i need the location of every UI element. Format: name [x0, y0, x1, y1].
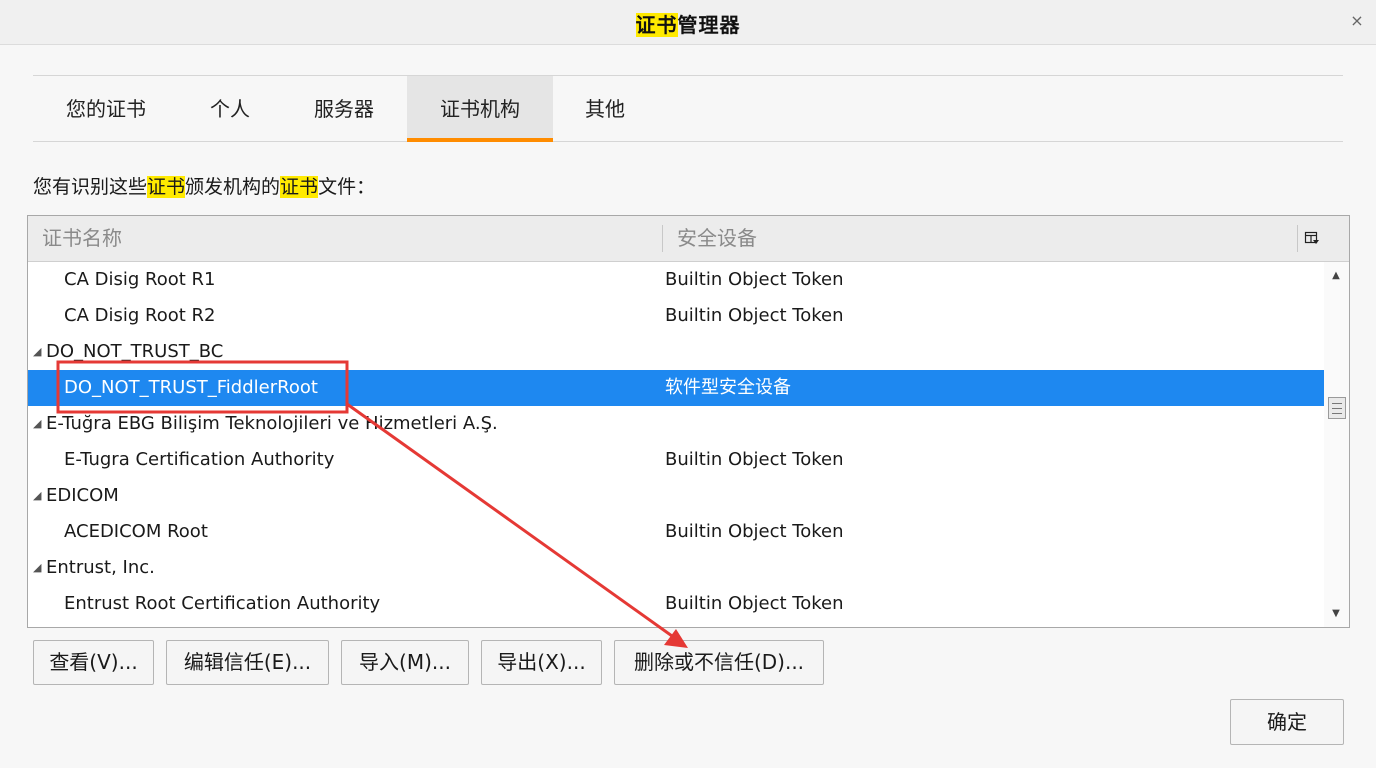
- cert-device: Builtin Object Token: [665, 593, 844, 614]
- tree-row[interactable]: CA Disig Root R1 Builtin Object Token: [28, 262, 1324, 298]
- column-header-name[interactable]: 证书名称: [42, 216, 122, 261]
- cert-device: Builtin Object Token: [665, 521, 844, 542]
- cert-name: DO_NOT_TRUST_FiddlerRoot: [64, 377, 318, 398]
- column-header-device[interactable]: 安全设备: [677, 216, 757, 261]
- group-name: E-Tuğra EBG Bilişim Teknolojileri ve Hiz…: [46, 413, 498, 434]
- tree-row[interactable]: Entrust Root Certification Authority Bui…: [28, 586, 1324, 622]
- tab-servers[interactable]: 服务器: [281, 76, 407, 142]
- triangle-expanded-icon[interactable]: ◢: [33, 406, 41, 442]
- delete-or-distrust-button[interactable]: 删除或不信任(D)...: [614, 640, 824, 685]
- edit-trust-button[interactable]: 编辑信任(E)...: [166, 640, 329, 685]
- cert-name: CA Disig Root R2: [64, 305, 216, 326]
- tab-personal[interactable]: 个人: [179, 76, 281, 142]
- import-button[interactable]: 导入(M)...: [341, 640, 469, 685]
- certificate-tree[interactable]: 证书名称 安全设备 CA Disig Root R1 Builtin Objec…: [27, 215, 1350, 628]
- cert-name: E-Tugra Certification Authority: [64, 449, 335, 470]
- window-title: 证书管理器: [0, 9, 1376, 38]
- group-name: EDICOM: [46, 485, 119, 506]
- cert-device: Builtin Object Token: [665, 449, 844, 470]
- desc-part-1: 您有识别这些: [33, 176, 148, 198]
- title-highlight: 证书: [635, 13, 678, 37]
- vertical-scrollbar[interactable]: ▲ ▼: [1324, 262, 1349, 627]
- tree-row[interactable]: ACEDICOM Root Builtin Object Token: [28, 514, 1324, 550]
- tab-bar: 您的证书 个人 服务器 证书机构 其他: [33, 75, 1343, 142]
- title-bar: 证书管理器 ×: [0, 0, 1376, 45]
- tab-your-certificates[interactable]: 您的证书: [33, 76, 179, 142]
- title-rest: 管理器: [677, 13, 741, 37]
- tree-rows: CA Disig Root R1 Builtin Object Token CA…: [28, 262, 1324, 622]
- cert-device: Builtin Object Token: [665, 305, 844, 326]
- triangle-expanded-icon[interactable]: ◢: [33, 550, 41, 586]
- tree-group-row[interactable]: ◢ Entrust, Inc.: [28, 550, 1324, 586]
- tree-header: 证书名称 安全设备: [28, 216, 1349, 262]
- view-button[interactable]: 查看(V)...: [33, 640, 154, 685]
- ok-button[interactable]: 确定: [1230, 699, 1344, 745]
- tree-row-selected[interactable]: DO_NOT_TRUST_FiddlerRoot 软件型安全设备: [28, 370, 1324, 406]
- tree-group-row[interactable]: ◢ DO_NOT_TRUST_BC: [28, 334, 1324, 370]
- desc-highlight-1: 证书: [147, 176, 186, 198]
- tree-row[interactable]: CA Disig Root R2 Builtin Object Token: [28, 298, 1324, 334]
- cert-name: CA Disig Root R1: [64, 269, 216, 290]
- column-picker-icon[interactable]: [1304, 230, 1320, 246]
- description-text: 您有识别这些证书颁发机构的证书文件：: [33, 172, 375, 199]
- tab-others[interactable]: 其他: [553, 76, 657, 142]
- tree-row[interactable]: E-Tugra Certification Authority Builtin …: [28, 442, 1324, 478]
- desc-part-3: 文件：: [318, 176, 376, 198]
- cert-name: Entrust Root Certification Authority: [64, 593, 381, 614]
- scroll-down-arrow-icon[interactable]: ▼: [1328, 606, 1344, 622]
- column-separator[interactable]: [1297, 225, 1298, 252]
- group-name: Entrust, Inc.: [46, 557, 155, 578]
- close-icon[interactable]: ×: [1348, 11, 1366, 31]
- scroll-thumb[interactable]: [1328, 397, 1346, 419]
- export-button[interactable]: 导出(X)...: [481, 640, 602, 685]
- group-name: DO_NOT_TRUST_BC: [46, 341, 224, 362]
- scroll-up-arrow-icon[interactable]: ▲: [1328, 268, 1344, 284]
- column-separator[interactable]: [662, 225, 663, 252]
- desc-part-2: 颁发机构的: [185, 176, 281, 198]
- tree-group-row[interactable]: ◢ E-Tuğra EBG Bilişim Teknolojileri ve H…: [28, 406, 1324, 442]
- triangle-expanded-icon[interactable]: ◢: [33, 478, 41, 514]
- cert-device: 软件型安全设备: [665, 377, 791, 398]
- cert-name: ACEDICOM Root: [64, 521, 208, 542]
- cert-device: Builtin Object Token: [665, 269, 844, 290]
- desc-highlight-2: 证书: [280, 176, 319, 198]
- tab-authorities[interactable]: 证书机构: [407, 76, 553, 142]
- tree-group-row[interactable]: ◢ EDICOM: [28, 478, 1324, 514]
- triangle-expanded-icon[interactable]: ◢: [33, 334, 41, 370]
